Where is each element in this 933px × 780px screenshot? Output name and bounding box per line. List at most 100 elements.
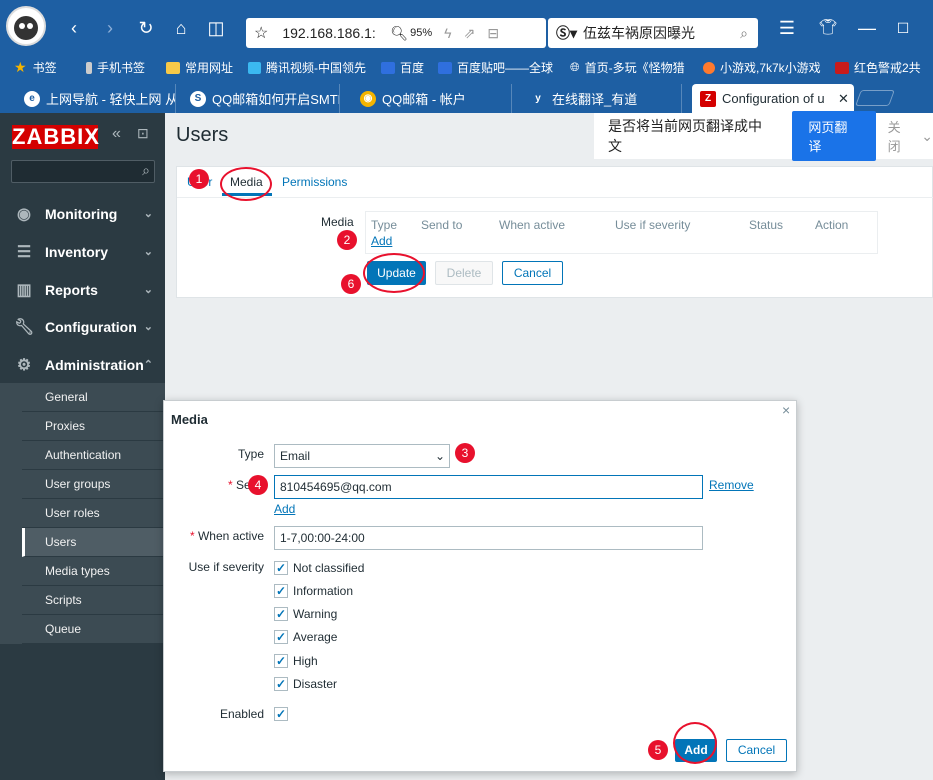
- modal-cancel-button[interactable]: Cancel: [726, 739, 787, 762]
- zoom-level[interactable]: 95%: [410, 27, 432, 39]
- bookmark-item[interactable]: 百度: [381, 59, 424, 76]
- back-icon[interactable]: ‹: [64, 18, 84, 38]
- menu-monitoring[interactable]: ◉ Monitoring ⌄: [0, 195, 165, 232]
- more-icon[interactable]: ⊟: [487, 25, 499, 42]
- gear-icon: ⚙: [16, 356, 32, 374]
- new-tab-button[interactable]: [855, 90, 895, 106]
- translate-button[interactable]: 网页翻译: [792, 111, 876, 161]
- bookmark-item[interactable]: 腾讯视频-中国领先: [248, 59, 366, 76]
- menu-administration[interactable]: ⚙ Administration ⌃: [0, 346, 165, 383]
- send-to-input[interactable]: 810454695@qq.com: [274, 475, 703, 499]
- forward-icon[interactable]: ›: [100, 18, 120, 38]
- delete-button[interactable]: Delete: [435, 261, 493, 285]
- star-icon[interactable]: ☆: [254, 23, 268, 43]
- tab-qq-smtp[interactable]: S QQ邮箱如何开启SMTP: [182, 84, 340, 113]
- reader-icon[interactable]: ◫: [206, 18, 226, 38]
- share-icon[interactable]: ⇗: [464, 25, 476, 42]
- address-bar[interactable]: ☆ 192.168.186.1: 🔍︎ 95% ϟ ⇗ ⊟: [246, 18, 546, 48]
- menu-icon[interactable]: ☰: [777, 18, 797, 38]
- sidebar-search-input[interactable]: ⌕: [11, 160, 155, 183]
- maximize-icon[interactable]: ☐: [893, 18, 913, 38]
- severity-checkbox[interactable]: ✓: [274, 630, 288, 644]
- column-when-active: When active: [499, 218, 566, 232]
- tab-strip: e 上网导航 - 轻快上网 从 S QQ邮箱如何开启SMTP ◉ QQ邮箱 - 帐户 …: [0, 82, 933, 113]
- severity-label-item: Warning: [293, 607, 338, 621]
- column-severity: Use if severity: [615, 218, 691, 232]
- bookmark-item[interactable]: 🌐︎ 首页-多玩《怪物猎: [570, 59, 690, 76]
- collapse-sidebar-icon[interactable]: «: [112, 125, 121, 143]
- baidu-icon: [438, 61, 452, 74]
- column-send-to: Send to: [421, 218, 463, 232]
- menu-inventory[interactable]: ☰ Inventory ⌄: [0, 233, 165, 270]
- severity-checkbox[interactable]: ✓: [274, 584, 288, 598]
- severity-checkbox[interactable]: ✓: [274, 677, 288, 691]
- bookmark-item[interactable]: 红色警戒2共: [835, 59, 933, 76]
- submenu-user-roles[interactable]: User roles: [22, 499, 165, 528]
- search-engine-icon[interactable]: Ⓢ▾: [556, 23, 577, 43]
- severity-label-item: Information: [293, 584, 354, 598]
- browser-icon: e: [24, 90, 40, 107]
- enabled-checkbox[interactable]: ✓: [274, 707, 288, 721]
- page-title: Users: [176, 124, 229, 146]
- submenu-queue[interactable]: Queue: [22, 615, 165, 644]
- type-label: Type: [237, 447, 264, 461]
- menu-configuration[interactable]: 🔧︎ Configuration ⌄: [0, 308, 165, 345]
- close-icon[interactable]: ×: [782, 402, 790, 418]
- bookmark-item[interactable]: 常用网址: [166, 59, 233, 76]
- bookmark-item[interactable]: 小游戏,7k7k小游戏: [703, 59, 823, 76]
- game-icon: [703, 61, 715, 74]
- tab-qq-mail[interactable]: ◉ QQ邮箱 - 帐户: [352, 84, 512, 113]
- lightning-icon[interactable]: ϟ: [444, 25, 451, 41]
- chevron-down-icon: ⌄: [143, 246, 153, 258]
- close-tab-icon[interactable]: ✕: [838, 91, 849, 107]
- tab-zabbix[interactable]: Z Configuration of u ✕: [692, 84, 854, 113]
- user-form: User Media Permissions Media Type Send t…: [176, 166, 933, 298]
- tab-permissions[interactable]: Permissions: [282, 175, 347, 189]
- chevron-down-icon: ⌄: [143, 208, 153, 220]
- type-select[interactable]: Email ⌄: [274, 444, 450, 468]
- remove-link[interactable]: Remove: [709, 478, 754, 492]
- kiosk-icon[interactable]: ⊡: [137, 125, 149, 142]
- submenu-user-groups[interactable]: User groups: [22, 470, 165, 499]
- shirt-icon[interactable]: 👕︎: [818, 18, 838, 38]
- when-active-input[interactable]: 1-7,00:00-24:00: [274, 526, 703, 550]
- minimize-icon[interactable]: —: [857, 18, 877, 38]
- browser-logo-icon[interactable]: [6, 6, 46, 46]
- search-icon[interactable]: ⌕: [740, 25, 748, 42]
- severity-checkbox[interactable]: ✓: [274, 654, 288, 668]
- chevron-down-icon[interactable]: ⌄: [921, 128, 933, 145]
- search-icon[interactable]: ⌕: [142, 162, 150, 179]
- tab-youdao[interactable]: y 在线翻译_有道: [522, 84, 682, 113]
- search-box[interactable]: Ⓢ▾ 伍兹车祸原因曝光 ⌕: [548, 18, 758, 48]
- wrench-icon: 🔧︎: [14, 318, 35, 336]
- bookmark-item[interactable]: ★ 书签: [14, 59, 57, 76]
- step-badge: 2: [337, 230, 357, 250]
- step-badge: 6: [341, 274, 361, 294]
- bookmark-item[interactable]: 百度贴吧——全球: [438, 59, 556, 76]
- submenu-users[interactable]: Users: [22, 528, 165, 557]
- reload-icon[interactable]: ↻: [136, 18, 156, 38]
- zabbix-logo[interactable]: ZABBIX: [12, 125, 99, 149]
- severity-checkbox[interactable]: ✓: [274, 561, 288, 575]
- submenu-proxies[interactable]: Proxies: [22, 412, 165, 441]
- eye-icon: ◉: [17, 205, 31, 223]
- column-action: Action: [815, 218, 849, 232]
- menu-reports[interactable]: ▥ Reports ⌄: [0, 271, 165, 308]
- media-modal: Media × Type Email ⌄ * Send 810454695@qq…: [163, 400, 797, 772]
- cancel-button[interactable]: Cancel: [502, 261, 563, 285]
- translate-close[interactable]: 关闭: [888, 117, 914, 155]
- home-icon[interactable]: ⌂: [171, 18, 191, 38]
- submenu-authentication[interactable]: Authentication: [22, 441, 165, 470]
- when-active-label: * When active: [189, 529, 264, 543]
- bookmark-item[interactable]: 手机书签: [86, 59, 145, 76]
- sogou-icon: S: [190, 90, 206, 107]
- submenu-media-types[interactable]: Media types: [22, 557, 165, 586]
- tab-navigation[interactable]: e 上网导航 - 轻快上网 从: [16, 84, 176, 113]
- submenu-general[interactable]: General: [22, 383, 165, 412]
- star-icon: ★: [14, 59, 27, 75]
- severity-checkbox[interactable]: ✓: [274, 607, 288, 621]
- add-media-link[interactable]: Add: [371, 234, 392, 248]
- step-badge: 4: [248, 475, 268, 495]
- submenu-scripts[interactable]: Scripts: [22, 586, 165, 615]
- add-sendto-link[interactable]: Add: [274, 502, 295, 516]
